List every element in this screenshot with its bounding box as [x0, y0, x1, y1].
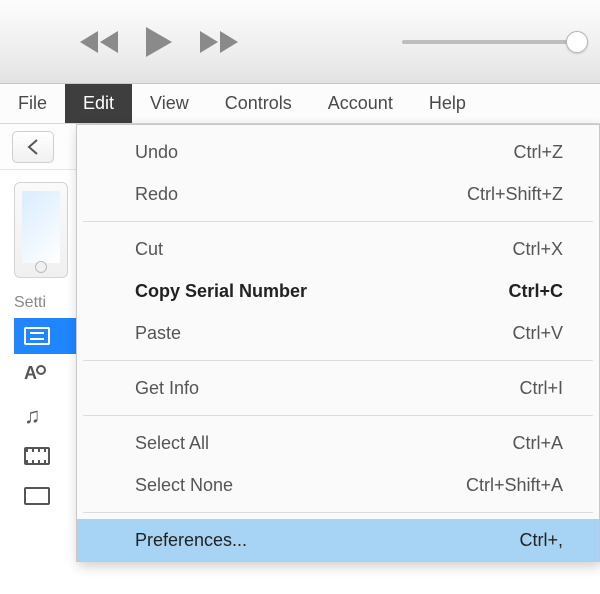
menu-item-shortcut: Ctrl+Z — [514, 142, 564, 163]
menu-item-preferences[interactable]: Preferences...Ctrl+, — [77, 519, 599, 561]
menu-item-label: Paste — [135, 323, 512, 344]
menu-separator — [83, 360, 593, 361]
menu-item-label: Select None — [135, 475, 466, 496]
sidebar-item-music[interactable]: ♫ — [14, 398, 78, 434]
menu-separator — [83, 512, 593, 513]
menu-edit[interactable]: Edit — [65, 84, 132, 123]
menu-item-redo[interactable]: RedoCtrl+Shift+Z — [77, 173, 599, 215]
menu-label: Edit — [83, 93, 114, 114]
menu-item-label: Get Info — [135, 378, 519, 399]
menu-item-select-all[interactable]: Select AllCtrl+A — [77, 422, 599, 464]
edit-dropdown: UndoCtrl+ZRedoCtrl+Shift+ZCutCtrl+XCopy … — [76, 124, 600, 562]
menu-account[interactable]: Account — [310, 84, 411, 123]
menu-label: Controls — [225, 93, 292, 114]
menu-label: Account — [328, 93, 393, 114]
movie-icon — [24, 447, 50, 465]
forward-icon[interactable] — [198, 29, 240, 55]
menu-item-cut[interactable]: CutCtrl+X — [77, 228, 599, 270]
menu-item-label: Cut — [135, 239, 512, 260]
menu-label: File — [18, 93, 47, 114]
menu-label: Help — [429, 93, 466, 114]
menu-bar: File Edit View Controls Account Help — [0, 84, 600, 124]
sidebar-item-apps[interactable]: A — [14, 358, 78, 394]
volume-track[interactable] — [402, 40, 582, 44]
sidebar-item-summary[interactable] — [14, 318, 78, 354]
menu-item-label: Preferences... — [135, 530, 519, 551]
sidebar-item-movies[interactable] — [14, 438, 78, 474]
svg-text:A: A — [24, 363, 37, 383]
menu-item-shortcut: Ctrl+Shift+Z — [467, 184, 563, 205]
menu-separator — [83, 221, 593, 222]
menu-controls[interactable]: Controls — [207, 84, 310, 123]
menu-item-shortcut: Ctrl+I — [519, 378, 563, 399]
menu-separator — [83, 415, 593, 416]
summary-icon — [24, 327, 50, 345]
menu-item-shortcut: Ctrl+A — [512, 433, 563, 454]
menu-item-undo[interactable]: UndoCtrl+Z — [77, 131, 599, 173]
rewind-icon[interactable] — [78, 29, 120, 55]
play-icon[interactable] — [144, 25, 174, 59]
menu-item-shortcut: Ctrl+X — [512, 239, 563, 260]
device-thumbnail[interactable] — [14, 182, 68, 278]
menu-item-shortcut: Ctrl+C — [508, 281, 563, 302]
sidebar-item-tv[interactable] — [14, 478, 78, 514]
menu-item-label: Select All — [135, 433, 512, 454]
playback-controls — [78, 25, 240, 59]
tv-icon — [24, 487, 50, 505]
menu-file[interactable]: File — [0, 84, 65, 123]
menu-view[interactable]: View — [132, 84, 207, 123]
apps-icon: A — [24, 361, 48, 391]
menu-item-shortcut: Ctrl+Shift+A — [466, 475, 563, 496]
menu-item-paste[interactable]: PasteCtrl+V — [77, 312, 599, 354]
menu-label: View — [150, 93, 189, 114]
menu-item-label: Copy Serial Number — [135, 281, 508, 302]
volume-slider[interactable] — [402, 40, 582, 44]
body-area: Setti A ♫ UndoCtrl+ZRedoCtrl+Shift+ZCutC… — [0, 124, 600, 594]
menu-item-label: Undo — [135, 142, 514, 163]
menu-item-shortcut: Ctrl+V — [512, 323, 563, 344]
menu-help[interactable]: Help — [411, 84, 484, 123]
settings-heading: Setti — [14, 294, 76, 312]
music-icon: ♫ — [24, 405, 41, 427]
menu-item-select-none[interactable]: Select NoneCtrl+Shift+A — [77, 464, 599, 506]
menu-item-label: Redo — [135, 184, 467, 205]
player-bar — [0, 0, 600, 84]
menu-item-shortcut: Ctrl+, — [519, 530, 563, 551]
volume-thumb[interactable] — [566, 31, 588, 53]
sidebar: Setti A ♫ — [0, 170, 86, 594]
back-button[interactable] — [12, 131, 54, 163]
menu-item-get-info[interactable]: Get InfoCtrl+I — [77, 367, 599, 409]
menu-item-copy-serial-number[interactable]: Copy Serial NumberCtrl+C — [77, 270, 599, 312]
